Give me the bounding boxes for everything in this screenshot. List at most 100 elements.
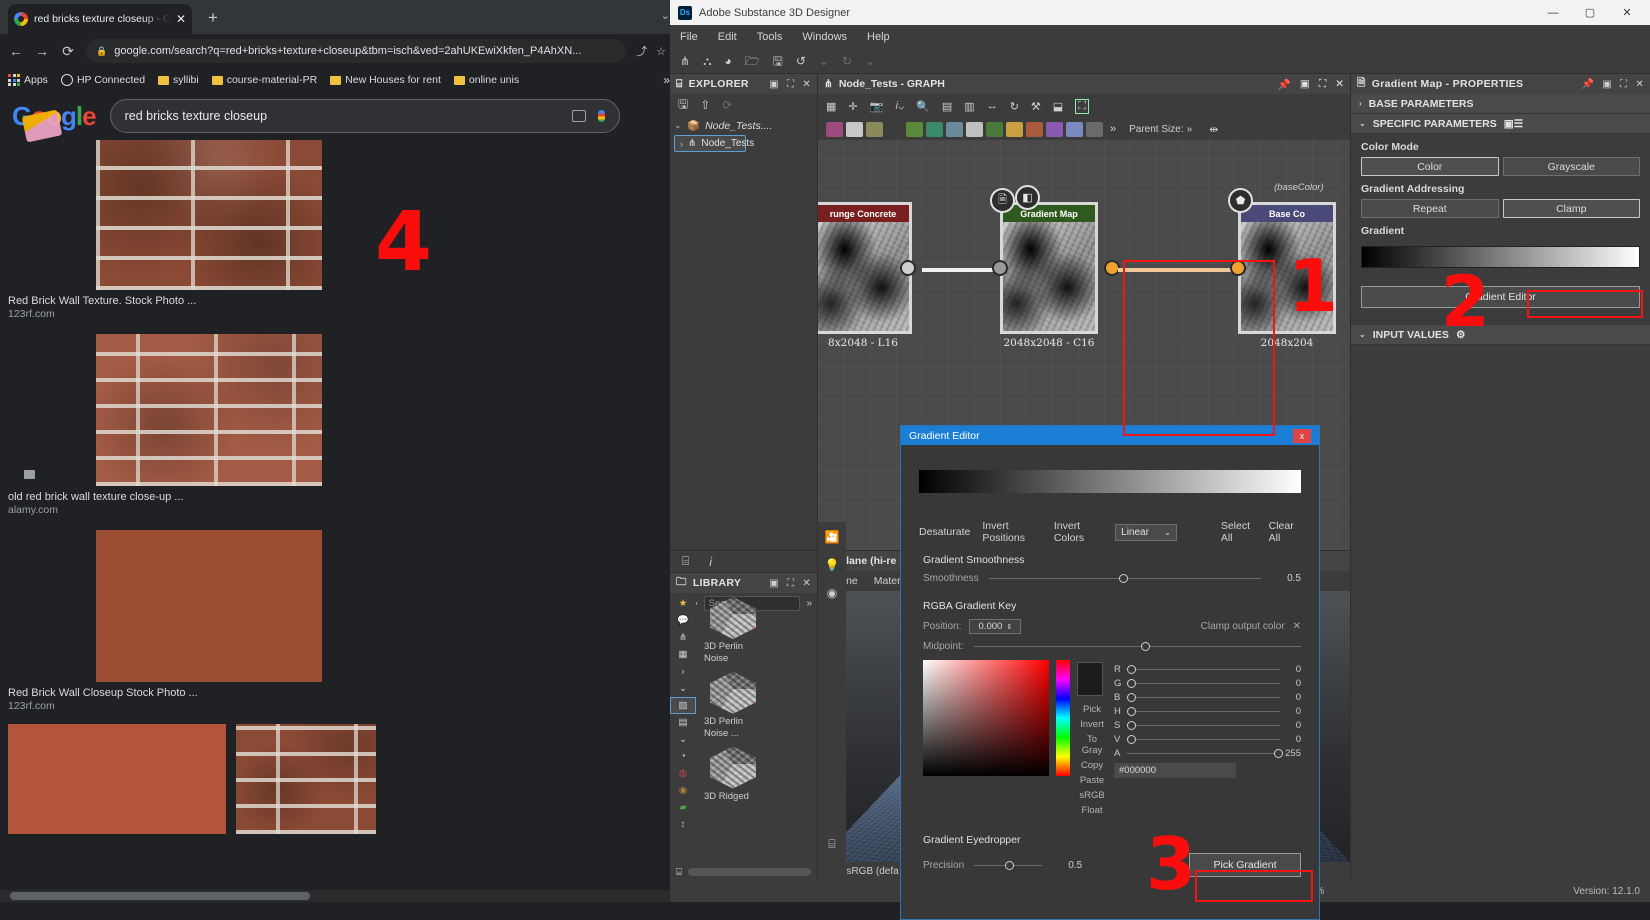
camera-icon[interactable] xyxy=(571,110,586,122)
channel-slider[interactable] xyxy=(1127,749,1283,758)
maximize-icon[interactable]: ⛶ xyxy=(1620,79,1627,90)
new-substance-icon[interactable]: ⛬ xyxy=(703,55,711,67)
swatch-icon[interactable] xyxy=(926,121,943,137)
texture-icon[interactable]: ▨ xyxy=(670,697,696,714)
channel-slider[interactable] xyxy=(1127,665,1280,674)
bookmark-course-material[interactable]: course-material-PR xyxy=(211,74,317,86)
menu-windows[interactable]: Windows xyxy=(802,31,847,43)
swatch-icon[interactable] xyxy=(986,121,1003,137)
sort-icon[interactable]: ↕ xyxy=(670,816,696,833)
select-icon[interactable]: ▦ xyxy=(826,100,836,113)
explorer-package-row[interactable]: ⌄ 📦 Node_Tests.... xyxy=(670,116,817,135)
copy-button[interactable]: Copy xyxy=(1077,760,1107,771)
camera-icon[interactable]: 📷 xyxy=(870,100,884,113)
graph-node-grunge-concrete[interactable]: runge Concrete 8x2048 - L16 xyxy=(818,202,916,349)
library-item[interactable]: ⋔ 3D Ridged xyxy=(704,746,817,803)
invert-positions-button[interactable]: Invert Positions xyxy=(982,520,1041,544)
section-specific-parameters[interactable]: ⌄ SPECIFIC PARAMETERS ▣☰ xyxy=(1351,114,1650,134)
undo-icon[interactable]: ↺ xyxy=(796,55,806,67)
info-icon[interactable]: i xyxy=(709,555,712,569)
chevron-down-icon[interactable]: ⌄ xyxy=(661,9,670,22)
cube-badge-icon[interactable]: ⬟ xyxy=(1228,188,1253,213)
swatch-icon[interactable] xyxy=(1086,121,1103,137)
saturation-value-field[interactable] xyxy=(923,660,1049,776)
dock-icon[interactable]: ▣ xyxy=(769,79,779,90)
precision-slider[interactable] xyxy=(974,860,1043,870)
bookmark-new-houses[interactable]: New Houses for rent xyxy=(330,74,441,86)
graph-icon[interactable]: ⋔ xyxy=(670,629,696,646)
dock-icon[interactable]: ▣ xyxy=(1300,78,1310,91)
new-tab-button[interactable]: + xyxy=(208,9,218,26)
filter-icon[interactable]: ◔ xyxy=(670,748,696,765)
reload-button[interactable]: ⟳ xyxy=(60,44,76,58)
save-icon[interactable]: 🖫 xyxy=(678,95,688,116)
bookmarks-overflow-icon[interactable]: » xyxy=(663,73,670,87)
node-body[interactable]: runge Concrete xyxy=(818,202,912,334)
graph-node-gradient-map[interactable]: Gradient Map 2048x2048 - C16 🗎 ◧ xyxy=(990,185,1120,349)
midpoint-slider[interactable] xyxy=(973,642,1301,651)
address-bar[interactable]: 🔒 google.com/search?q=red+bricks+texture… xyxy=(86,39,627,63)
comment-icon[interactable]: 💬 xyxy=(670,612,696,629)
color-mode-color-button[interactable]: Color xyxy=(1361,157,1499,176)
result-thumbnail[interactable] xyxy=(96,140,322,290)
new-graph-icon[interactable]: ⋔ xyxy=(680,55,690,67)
addressing-repeat-button[interactable]: Repeat xyxy=(1361,199,1499,218)
result-thumbnail[interactable] xyxy=(96,334,322,486)
swatch-icon[interactable] xyxy=(846,121,863,137)
pin-icon[interactable]: 📌 xyxy=(1278,78,1291,91)
paste-button[interactable]: Paste xyxy=(1077,775,1107,786)
swatch-icon[interactable] xyxy=(906,121,923,137)
grid-icon[interactable]: ▤ xyxy=(942,100,952,113)
hex-color-input[interactable]: #000000 xyxy=(1114,763,1236,778)
dock-icon[interactable]: ▣ xyxy=(1602,79,1612,90)
maximize-icon[interactable]: ⛶ xyxy=(1319,78,1326,91)
blend-icon[interactable]: ◍ xyxy=(670,765,696,782)
swatch-icon[interactable] xyxy=(1046,121,1063,137)
folder-open-icon[interactable]: ⌄ xyxy=(670,680,696,697)
srgb-button[interactable]: sRGB xyxy=(1077,790,1107,801)
list-icon[interactable]: ▤ xyxy=(670,714,696,731)
menu-file[interactable]: File xyxy=(680,31,698,43)
node-body[interactable]: Base Co xyxy=(1238,202,1336,334)
menu-help[interactable]: Help xyxy=(867,31,890,43)
gear-icon[interactable]: ⚙ xyxy=(1456,329,1465,341)
channel-slider[interactable] xyxy=(1127,735,1280,744)
maximize-icon[interactable]: ⛶ xyxy=(787,578,794,589)
menu-icon[interactable]: ☰ xyxy=(1514,118,1523,130)
clamp-output-close-icon[interactable]: ✕ xyxy=(1293,621,1301,632)
minimize-button[interactable]: — xyxy=(1538,7,1568,19)
horizontal-scrollbar[interactable] xyxy=(0,890,678,902)
star-icon[interactable]: ★ xyxy=(670,595,696,612)
interpolation-select[interactable]: Linear ⌄ xyxy=(1115,523,1177,541)
bookmark-hp-connected[interactable]: HP Connected xyxy=(60,74,145,86)
library-item-list[interactable]: ⋔ 3D Perlin Noise ⋔ 3D Perlin Noise ... … xyxy=(696,593,817,858)
gradient-editor-dialog[interactable]: Gradient Editor x Desaturate Invert Posi… xyxy=(900,425,1320,920)
checker-badge-icon[interactable]: ◧ xyxy=(1015,185,1040,210)
addressing-clamp-button[interactable]: Clamp xyxy=(1502,199,1640,218)
smoothness-slider[interactable] xyxy=(988,574,1261,583)
menu-tools[interactable]: Tools xyxy=(757,31,783,43)
grid-icon[interactable]: ▦ xyxy=(670,646,696,663)
library-item[interactable]: ⋔ 3D Perlin Noise xyxy=(704,597,817,665)
library-item[interactable]: ⋔ 3D Perlin Noise ... xyxy=(704,671,817,740)
channel-slider[interactable] xyxy=(1127,721,1280,730)
gradient-editor-button[interactable]: Gradient Editor xyxy=(1361,286,1640,308)
select-all-button[interactable]: Select All xyxy=(1221,520,1257,544)
redo-icon[interactable]: ↻ xyxy=(842,55,852,67)
bookmark-syllibi[interactable]: syllibi xyxy=(158,74,199,86)
result-thumbnail[interactable] xyxy=(8,724,226,834)
slider-knob[interactable] xyxy=(1140,642,1150,651)
current-color-swatch[interactable] xyxy=(1077,662,1103,696)
pick-gradient-button[interactable]: Pick Gradient xyxy=(1189,853,1301,877)
dialog-close-icon[interactable]: x xyxy=(1293,428,1311,443)
dock-icon[interactable]: ▣ xyxy=(769,578,779,589)
undo-dropdown-icon[interactable]: ⌄ xyxy=(819,55,829,67)
desaturate-button[interactable]: Desaturate xyxy=(919,526,970,538)
hierarchy-icon[interactable]: ⌸ xyxy=(682,554,689,569)
maximize-icon[interactable]: ⛶ xyxy=(787,79,794,90)
node-input-port[interactable] xyxy=(1230,260,1246,276)
new-package-icon[interactable]: ◕ xyxy=(724,55,731,67)
settings-icon[interactable]: ⌸ xyxy=(828,837,835,852)
bookmark-star-icon[interactable]: ☆ xyxy=(656,45,666,58)
slider-knob[interactable] xyxy=(1127,665,1136,674)
